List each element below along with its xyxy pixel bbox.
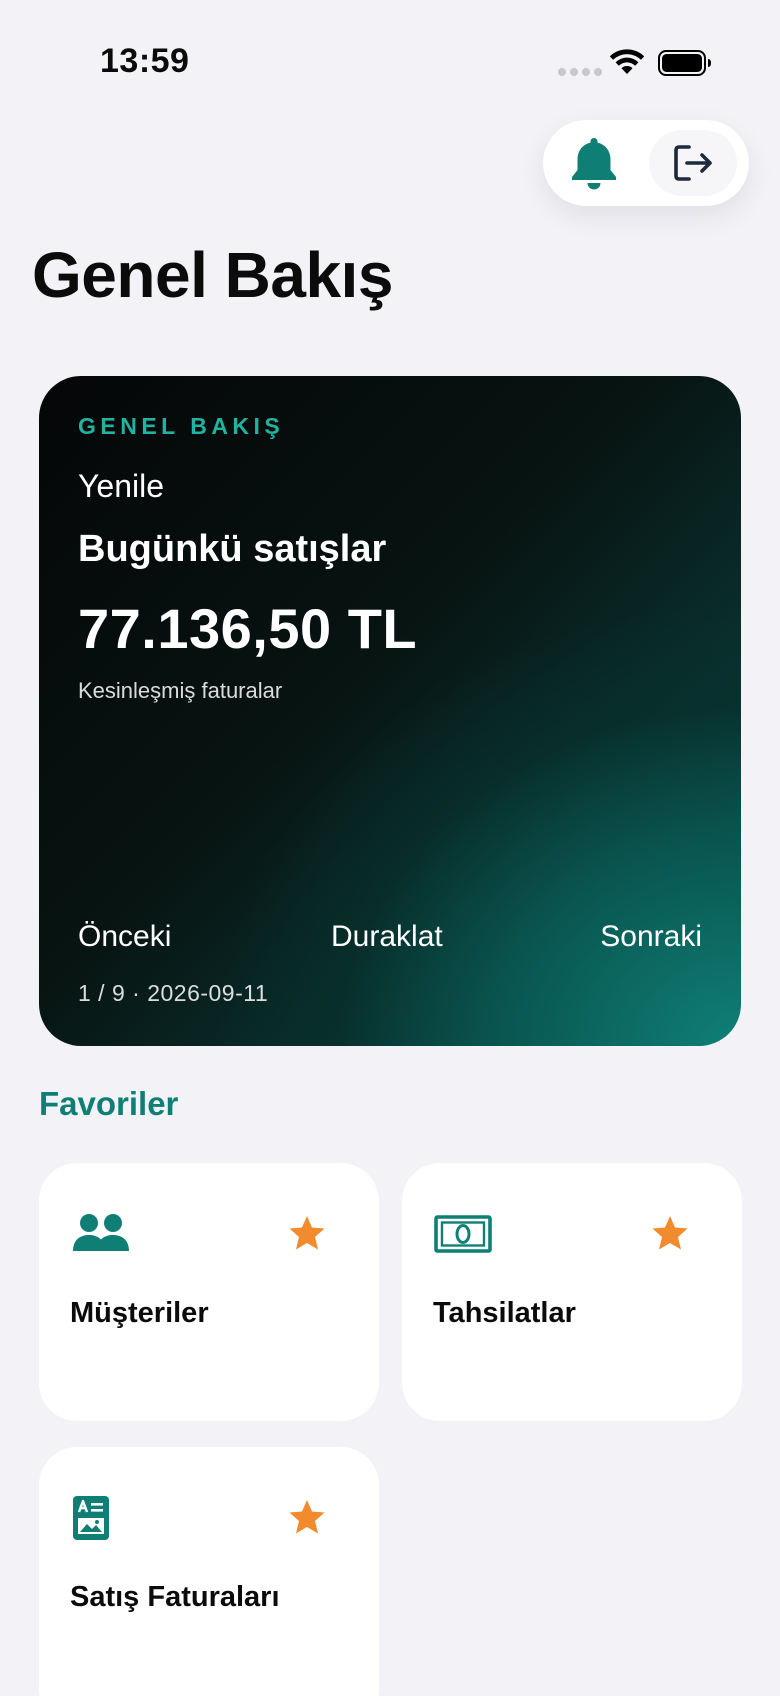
favorite-card-customers[interactable]: Müşteriler (39, 1163, 379, 1421)
favorite-card-sales-invoices[interactable]: Satış Faturaları (39, 1447, 379, 1696)
favorites-title: Favoriler (39, 1085, 179, 1122)
refresh-button[interactable]: Yenile (78, 468, 164, 505)
status-bar: 13:59 (0, 0, 780, 130)
cellular-signal-icon (558, 68, 602, 76)
status-time: 13:59 (100, 42, 190, 80)
notifications-button[interactable] (563, 132, 625, 194)
favorite-label: Satış Faturaları (70, 1581, 280, 1613)
battery-icon (658, 50, 711, 76)
star-icon[interactable] (287, 1213, 327, 1253)
overview-carousel-card: GENEL BAKIŞ Yenile Bugünkü satışlar 77.1… (39, 376, 741, 1046)
favorite-label: Tahsilatlar (433, 1297, 576, 1329)
pause-button[interactable]: Duraklat (331, 920, 443, 954)
next-button[interactable]: Sonraki (600, 920, 702, 954)
wifi-icon (609, 49, 645, 74)
logout-icon (674, 145, 712, 181)
page-title: Genel Bakış (32, 239, 393, 311)
card-subtitle: Bugünkü satışlar (78, 528, 387, 570)
star-icon[interactable] (650, 1213, 690, 1253)
page-indicator: 1 / 9 · 2026-09-11 (78, 980, 269, 1006)
bell-icon (572, 138, 616, 190)
logout-button[interactable] (649, 130, 737, 196)
star-icon[interactable] (287, 1497, 327, 1537)
card-eyebrow: GENEL BAKIŞ (78, 413, 285, 439)
people-icon (73, 1214, 129, 1251)
favorite-card-collections[interactable]: Tahsilatlar (402, 1163, 742, 1421)
favorite-label: Müşteriler (70, 1297, 209, 1329)
previous-button[interactable]: Önceki (78, 920, 171, 954)
sales-amount: 77.136,50 TL (78, 597, 418, 660)
banknote-icon (434, 1215, 492, 1253)
header-actions (543, 120, 749, 206)
card-note: Kesinleşmiş faturalar (78, 678, 283, 703)
invoice-icon (73, 1496, 109, 1540)
